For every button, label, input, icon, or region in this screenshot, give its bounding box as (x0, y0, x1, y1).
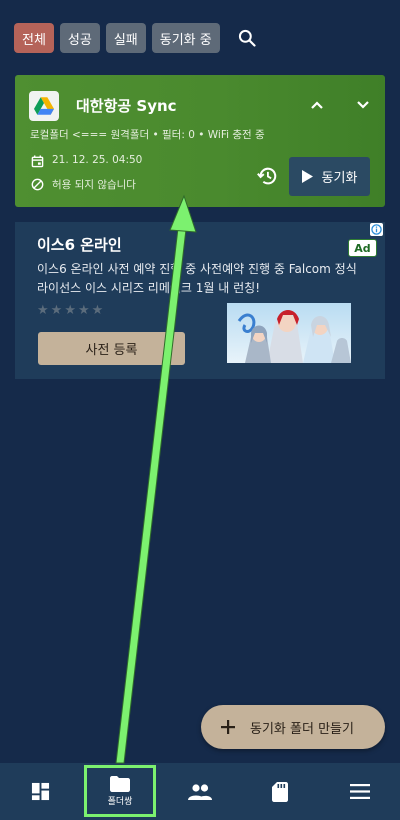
filter-syncing-chip[interactable]: 동기화 중 (151, 23, 220, 53)
sync-pair-title: 대한항공 Sync (76, 97, 177, 115)
menu-icon (350, 784, 370, 799)
ad-badge: Ad (348, 239, 377, 257)
ad-game-image[interactable] (227, 303, 351, 363)
create-sync-folder-button[interactable]: 동기화 폴더 만들기 (201, 705, 385, 749)
move-down-button[interactable] (351, 93, 375, 117)
dashboard-icon (31, 782, 49, 801)
calendar-icon (30, 154, 44, 168)
star-icon: ★ (37, 303, 49, 318)
nav-dashboard[interactable] (0, 763, 80, 820)
search-button[interactable] (232, 23, 262, 53)
ad-rating: ★ ★ ★ ★ ★ (37, 303, 103, 318)
star-icon: ★ (64, 303, 76, 318)
folder-icon (110, 775, 130, 792)
move-up-button[interactable] (305, 93, 329, 117)
block-icon (30, 177, 44, 191)
star-icon: ★ (77, 303, 90, 318)
chevron-up-icon (311, 101, 323, 109)
history-icon (257, 167, 277, 185)
nav-folder-pairs[interactable]: 폴더쌍 (84, 765, 156, 817)
people-icon (188, 783, 212, 800)
ad-description: 이스6 온라인 사전 예약 진행 중 사전예약 진행 중 Falcom 정식 라… (37, 262, 357, 295)
sync-pair-card[interactable]: 대한항공 Sync 로컬폴더 <=== 원격폴더 • 필터: 0 • WiFi … (15, 75, 385, 207)
sync-status-text: 허용 되지 않습니다 (52, 179, 136, 191)
nav-storage[interactable] (240, 763, 320, 820)
chevron-down-icon (357, 101, 369, 109)
filter-all-chip[interactable]: 전체 (14, 23, 54, 53)
star-icon: ★ (50, 303, 63, 318)
search-icon (238, 29, 256, 47)
plus-icon (221, 720, 235, 734)
star-icon: ★ (91, 303, 104, 318)
ad-card[interactable]: 이스6 온라인 Ad 이스6 온라인 사전 예약 진행 중 사전예약 진행 중 … (15, 222, 385, 379)
bottom-nav: 폴더쌍 (0, 763, 400, 820)
sync-pair-details: 로컬폴더 <=== 원격폴더 • 필터: 0 • WiFi 충전 중 (30, 129, 265, 141)
nav-menu[interactable] (320, 763, 400, 820)
history-button[interactable] (254, 163, 280, 189)
last-sync-time: 21. 12. 25. 04:50 (52, 154, 143, 166)
sync-now-label: 동기화 (321, 171, 358, 186)
create-sync-folder-label: 동기화 폴더 만들기 (250, 721, 354, 737)
sync-now-button[interactable]: 동기화 (289, 157, 370, 196)
nav-folder-pairs-label: 폴더쌍 (107, 796, 133, 807)
nav-accounts[interactable] (160, 763, 240, 820)
google-drive-icon (29, 91, 59, 121)
filter-failed-chip[interactable]: 실패 (105, 23, 146, 53)
pre-register-button[interactable]: 사전 등록 (38, 332, 185, 365)
filter-bar: 전체 성공 실패 동기화 중 (14, 23, 262, 53)
play-icon (301, 170, 313, 183)
filter-success-chip[interactable]: 성공 (59, 23, 100, 53)
ad-info-icon[interactable] (370, 223, 383, 236)
ad-title: 이스6 온라인 (37, 236, 122, 254)
sd-card-icon (272, 781, 288, 802)
